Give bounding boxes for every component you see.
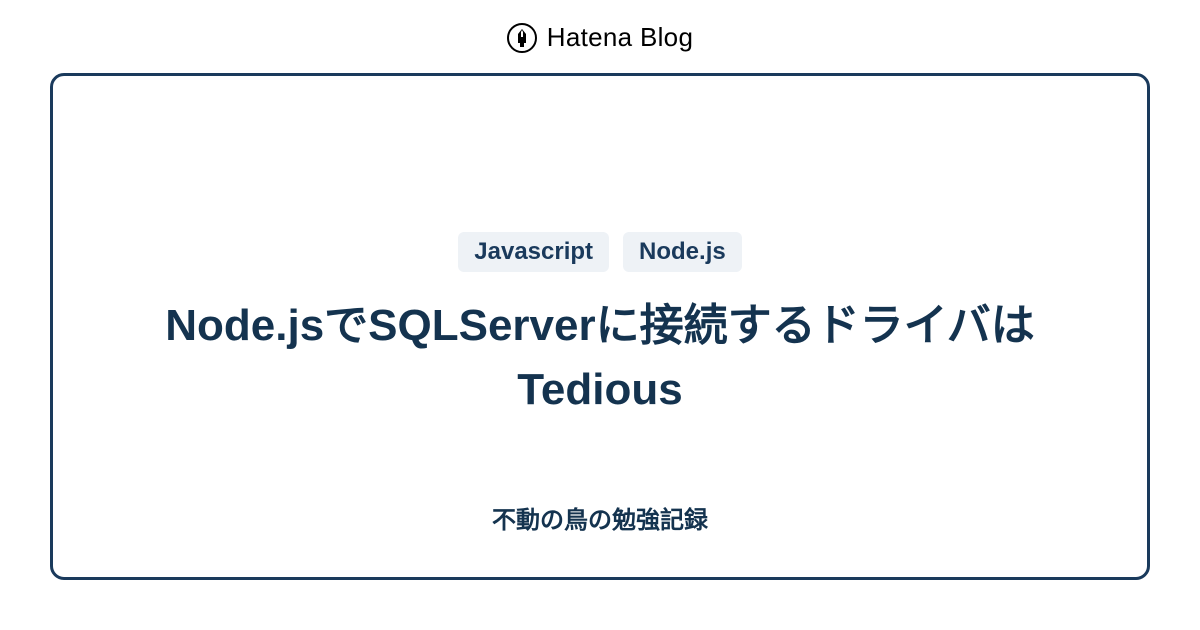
- header: Hatena Blog: [0, 0, 1200, 73]
- tag: Javascript: [458, 232, 609, 272]
- tag-list: Javascript Node.js: [458, 232, 741, 272]
- post-title: Node.jsでSQLServerに接続するドライバはTedious: [150, 294, 1050, 422]
- brand-name: Hatena Blog: [547, 22, 693, 53]
- hatena-logo-icon: [507, 23, 537, 53]
- og-card: Javascript Node.js Node.jsでSQLServerに接続す…: [50, 73, 1150, 580]
- blog-name: 不動の鳥の勉強記録: [492, 500, 708, 535]
- tag: Node.js: [623, 232, 742, 272]
